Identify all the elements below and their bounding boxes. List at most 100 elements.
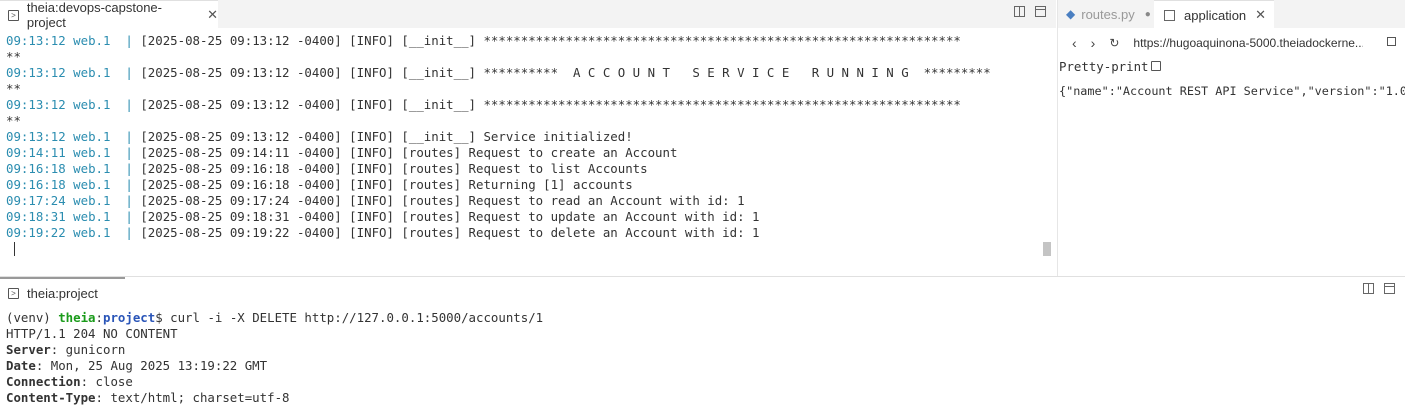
prompt-path: project [103,310,156,325]
log-service: web.1 [73,65,111,80]
log-timestamp: 09:16:18 [6,177,66,192]
open-external-icon[interactable] [1387,37,1396,46]
log-timestamp: 09:18:31 [6,209,66,224]
log-service: web.1 [73,209,111,224]
log-line: 09:19:22 web.1 | [2025-08-25 09:19:22 -0… [6,225,760,240]
log-service: web.1 [73,193,111,208]
log-line: 09:16:18 web.1 | [2025-08-25 09:16:18 -0… [6,177,633,192]
bottom-tab-bar: > theia:project [0,277,1405,307]
log-line: 09:13:12 web.1 | [2025-08-25 09:13:12 -0… [6,65,991,80]
log-message: [2025-08-25 09:13:12 -0400] [INFO] [__in… [140,65,991,80]
log-message: ** [6,113,21,128]
maximize-icon[interactable] [1035,6,1046,17]
venv-prefix: (venv) [6,310,59,325]
log-service: web.1 [73,129,111,144]
log-timestamp: 09:13:12 [6,97,66,112]
log-line: 09:17:24 web.1 | [2025-08-25 09:17:24 -0… [6,193,745,208]
log-line: 09:13:12 web.1 | [2025-08-25 09:13:12 -0… [6,33,961,48]
url-bar[interactable]: https://hugoaquinona-5000.theiadockerne.… [1133,36,1363,50]
browser-icon [1164,9,1175,21]
browser-toolbar: ‹ › ↻ https://hugoaquinona-5000.theiadoc… [1058,28,1405,58]
json-response: {"name":"Account REST API Service","vers… [1059,84,1405,98]
shell-command: curl -i -X DELETE http://127.0.0.1:5000/… [170,310,544,325]
log-timestamp: 09:13:12 [6,129,66,144]
log-line: 09:16:18 web.1 | [2025-08-25 09:16:18 -0… [6,161,648,176]
tab-project-terminal[interactable]: > theia:project [0,277,125,307]
log-message: [2025-08-25 09:13:12 -0400] [INFO] [__in… [140,97,961,112]
split-editor-icon[interactable] [1363,283,1374,294]
header-value: : close [80,374,133,389]
scrollbar-thumb[interactable] [1043,242,1051,256]
header-key: Connection [6,374,81,389]
tab-label: theia:project [27,285,98,301]
pretty-print-checkbox[interactable] [1150,61,1161,71]
log-message: [2025-08-25 09:16:18 -0400] [INFO] [rout… [140,177,633,192]
top-tab-bar: > theia:devops-capstone-project ✕ [0,0,1056,30]
log-message: [2025-08-25 09:18:31 -0400] [INFO] [rout… [140,209,760,224]
unsaved-dot-icon: ● [1144,8,1151,20]
preview-tab-bar: ◆ routes.py ● application ✕ [1058,0,1405,29]
log-line: ** [6,113,1051,129]
log-message: ** [6,49,21,64]
prompt-colon: : [95,310,103,325]
header-value: : Mon, 25 Aug 2025 13:19:22 GMT [35,358,268,373]
log-service: web.1 [73,225,111,240]
terminal-icon: > [8,287,19,299]
preview-panel: ◆ routes.py ● application ✕ ‹ › ↻ https:… [1057,0,1405,276]
log-line: ** [6,49,1051,65]
tab-label: routes.py [1081,6,1135,22]
log-line: 09:18:31 web.1 | [2025-08-25 09:18:31 -0… [6,209,760,224]
log-service: web.1 [73,97,111,112]
shell-terminal-panel: > theia:project (venv) theia:project$ cu… [0,276,1405,412]
header-key: Date [6,358,36,373]
pretty-print-row: Pretty-print [1058,58,1405,74]
header-key: Content-Type [6,390,96,405]
log-timestamp: 09:14:11 [6,145,66,160]
tab-devops-terminal[interactable]: > theia:devops-capstone-project ✕ [0,0,218,30]
tab-application[interactable]: application ✕ [1154,0,1274,29]
log-timestamp: 09:19:22 [6,225,66,240]
log-message: [2025-08-25 09:17:24 -0400] [INFO] [rout… [140,193,745,208]
maximize-icon[interactable] [1384,283,1395,294]
log-service: web.1 [73,161,111,176]
close-icon[interactable]: ✕ [207,7,218,23]
close-icon[interactable]: ✕ [1255,7,1266,23]
pretty-print-label: Pretty-print [1059,58,1149,74]
tab-label: theia:devops-capstone-project [26,0,162,30]
log-service: web.1 [73,145,111,160]
log-line: 09:13:12 web.1 | [2025-08-25 09:13:12 -0… [6,97,961,112]
split-editor-icon[interactable] [1014,6,1025,17]
http-status-line: HTTP/1.1 204 NO CONTENT [6,326,178,341]
log-line: 09:13:12 web.1 | [2025-08-25 09:13:12 -0… [6,129,633,144]
log-message: ** [6,81,21,96]
back-icon[interactable]: ‹ [1072,35,1077,51]
log-message: [2025-08-25 09:13:12 -0400] [INFO] [__in… [140,33,961,48]
prompt-user: theia [58,310,96,325]
log-service: web.1 [73,33,111,48]
reload-icon[interactable]: ↻ [1109,36,1119,50]
shell-output: (venv) theia:project$ curl -i -X DELETE … [6,310,543,406]
header-value: : gunicorn [50,342,126,357]
log-message: [2025-08-25 09:19:22 -0400] [INFO] [rout… [140,225,760,240]
terminal-icon: > [8,9,19,21]
log-line: 09:14:11 web.1 | [2025-08-25 09:14:11 -0… [6,145,678,160]
log-timestamp: 09:13:12 [6,65,66,80]
header-key: Server [6,342,51,357]
log-message: [2025-08-25 09:14:11 -0400] [INFO] [rout… [140,145,678,160]
log-timestamp: 09:13:12 [6,33,66,48]
python-file-icon: ◆ [1066,7,1076,21]
log-message: [2025-08-25 09:16:18 -0400] [INFO] [rout… [140,161,648,176]
log-output: 09:13:12 web.1 | [2025-08-25 09:13:12 -0… [6,33,1051,258]
log-line: ** [6,81,1051,97]
header-value: : text/html; charset=utf-8 [95,390,290,405]
log-message: [2025-08-25 09:13:12 -0400] [INFO] [__in… [140,129,633,144]
log-timestamp: 09:16:18 [6,161,66,176]
log-service: web.1 [73,177,111,192]
tab-label: application [1184,7,1247,23]
forward-icon[interactable]: › [1091,35,1096,51]
log-timestamp: 09:17:24 [6,193,66,208]
terminal-cursor [14,242,15,256]
tab-routes-py[interactable]: ◆ routes.py ● [1058,0,1162,28]
prompt-symbol: $ [155,310,171,325]
output-terminal-panel: > theia:devops-capstone-project ✕ 09:13:… [0,0,1056,276]
